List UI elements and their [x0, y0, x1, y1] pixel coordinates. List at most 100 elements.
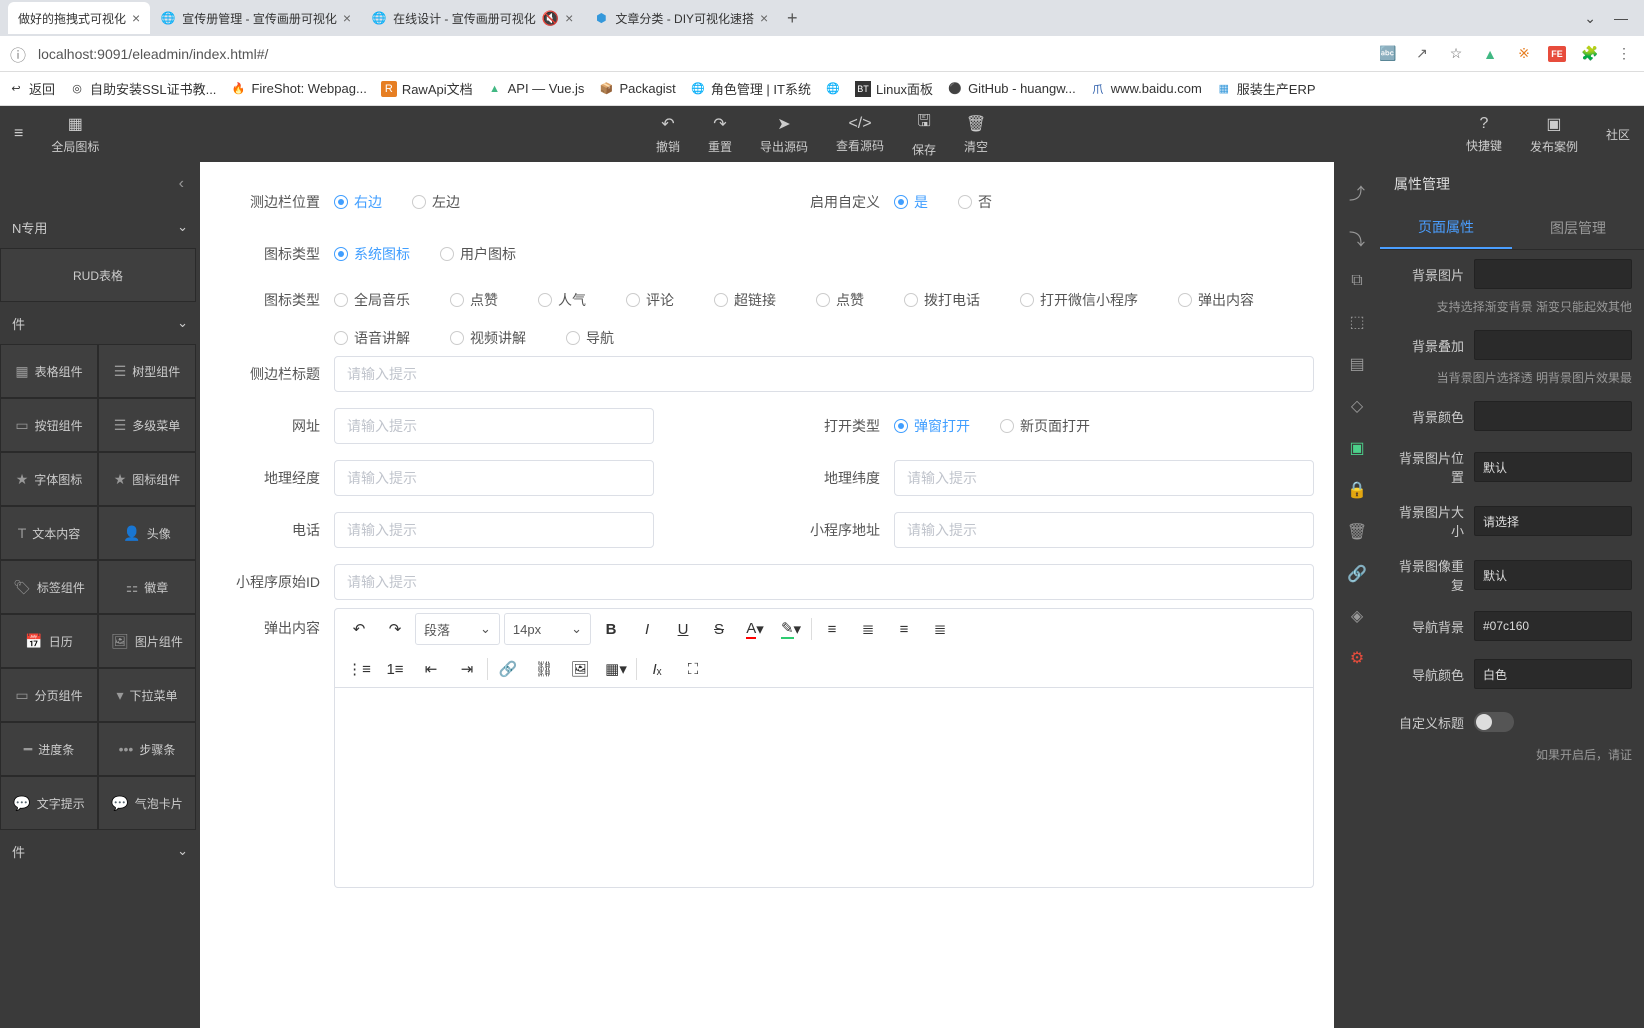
italic-button[interactable]: I — [631, 613, 663, 645]
outdent-button[interactable]: ⇤ — [415, 653, 447, 685]
radio-no[interactable]: 否 — [958, 192, 992, 212]
translate-icon[interactable]: 🔤 — [1378, 44, 1398, 64]
tab-layer-mgmt[interactable]: 图层管理 — [1512, 206, 1644, 249]
editor-undo-button[interactable]: ↶ — [343, 613, 375, 645]
close-icon[interactable]: × — [343, 10, 351, 26]
link-button[interactable]: 🔗 — [492, 653, 524, 685]
menu-toggle-button[interactable]: ≡ — [0, 106, 37, 162]
minimize-icon[interactable]: — — [1614, 10, 1628, 27]
category-header[interactable]: 件⌄ — [0, 302, 200, 344]
align-justify-button[interactable]: ≣ — [924, 613, 956, 645]
radio-option[interactable]: 语音讲解 — [334, 328, 410, 348]
bookmark-item[interactable]: ◎自助安装SSL证书教... — [69, 79, 216, 98]
move-bottom-icon[interactable]: ⤵ — [1349, 226, 1365, 250]
component-item[interactable]: ▾下拉菜单 — [98, 668, 196, 722]
component-item[interactable]: ☰多级菜单 — [98, 398, 196, 452]
radio-left[interactable]: 左边 — [412, 192, 460, 212]
list-ol-button[interactable]: 1≡ — [379, 653, 411, 685]
chevron-down-icon[interactable]: ⌄ — [1584, 10, 1596, 27]
radio-option[interactable]: 人气 — [538, 290, 586, 310]
component-item[interactable]: ⚏徽章 — [98, 560, 196, 614]
component-item[interactable]: ☰树型组件 — [98, 344, 196, 398]
longitude-input[interactable] — [334, 460, 654, 496]
strike-button[interactable]: S — [703, 613, 735, 645]
new-tab-button[interactable]: + — [778, 4, 806, 32]
sidebar-title-input[interactable] — [334, 356, 1314, 392]
trash-icon[interactable]: 🗑 — [1347, 522, 1367, 542]
property-input[interactable] — [1474, 401, 1632, 431]
collapse-button[interactable]: ‹ — [0, 162, 200, 206]
phone-input[interactable] — [334, 512, 654, 548]
component-item[interactable]: ▦表格组件 — [0, 344, 98, 398]
radio-user-icon[interactable]: 用户图标 — [440, 244, 516, 264]
component-item[interactable]: RUD表格 — [0, 248, 196, 302]
browser-tab[interactable]: 🌐 宣传册管理 - 宣传画册可视化 × — [150, 2, 361, 34]
browser-tab[interactable]: 🌐 在线设计 - 宣传画册可视化 🔇 × — [361, 2, 583, 34]
star-icon[interactable]: ☆ — [1446, 44, 1466, 64]
plugin-icon[interactable]: ⬚ — [1349, 312, 1364, 332]
global-icon-button[interactable]: ▦全局图标 — [37, 106, 113, 162]
align-center-button[interactable]: ≣ — [852, 613, 884, 645]
url-text[interactable]: localhost:9091/eleadmin/index.html#/ — [34, 42, 272, 66]
radio-option[interactable]: 评论 — [626, 290, 674, 310]
copy-icon[interactable]: ⧉ — [1351, 272, 1362, 290]
component-item[interactable]: T文本内容 — [0, 506, 98, 560]
lock-icon[interactable]: 🔒 — [1347, 480, 1367, 500]
component-item[interactable]: ★图标组件 — [98, 452, 196, 506]
component-item[interactable]: ▭分页组件 — [0, 668, 98, 722]
radio-option[interactable]: 点赞 — [816, 290, 864, 310]
radio-option[interactable]: 拨打电话 — [904, 290, 980, 310]
browser-tab[interactable]: 做好的拖拽式可视化 × — [8, 2, 150, 34]
component-item[interactable]: •••步骤条 — [98, 722, 196, 776]
radio-option[interactable]: 弹出内容 — [1178, 290, 1254, 310]
bold-button[interactable]: B — [595, 613, 627, 645]
community-button[interactable]: 社区 — [1592, 106, 1644, 162]
radio-newpage-open[interactable]: 新页面打开 — [1000, 416, 1090, 436]
radio-right[interactable]: 右边 — [334, 192, 382, 212]
bookmark-item[interactable]: 📦Packagist — [598, 81, 675, 97]
puzzle-icon[interactable]: 🧩 — [1580, 44, 1600, 64]
property-input[interactable] — [1474, 506, 1632, 536]
bookmark-item[interactable]: ⚫GitHub - huangw... — [947, 81, 1076, 97]
radio-option[interactable]: 点赞 — [450, 290, 498, 310]
bookmark-item[interactable]: RRawApi文档 — [381, 79, 473, 98]
fe-helper-icon[interactable]: FE — [1548, 46, 1566, 62]
layers-icon[interactable]: ◈ — [1351, 606, 1363, 626]
bookmark-item[interactable]: ↩返回 — [8, 79, 55, 98]
save-button[interactable]: 🖫保存 — [898, 106, 950, 162]
radio-option[interactable]: 超链接 — [714, 290, 776, 310]
bookmark-item[interactable]: ▦服装生产ERP — [1216, 79, 1316, 98]
radio-option[interactable]: 导航 — [566, 328, 614, 348]
undo-button[interactable]: ↶撤销 — [642, 106, 694, 162]
url-input[interactable] — [334, 408, 654, 444]
close-icon[interactable]: × — [760, 10, 768, 26]
component-item[interactable]: 🏷标签组件 — [0, 560, 98, 614]
browser-tab[interactable]: ⬢ 文章分类 - DIY可视化速搭 × — [583, 2, 778, 34]
diamond-icon[interactable]: ◇ — [1351, 396, 1363, 416]
component-item[interactable]: ★字体图标 — [0, 452, 98, 506]
close-icon[interactable]: × — [565, 10, 573, 26]
tab-page-props[interactable]: 页面属性 — [1380, 206, 1512, 249]
category-header[interactable]: 件⌄ — [0, 830, 200, 872]
component-item[interactable]: 🖼图片组件 — [98, 614, 196, 668]
fontsize-select[interactable]: 14px⌄ — [504, 613, 591, 645]
radio-option[interactable]: 视频讲解 — [450, 328, 526, 348]
radio-yes[interactable]: 是 — [894, 192, 928, 212]
component-item[interactable]: 👤头像 — [98, 506, 196, 560]
format-select[interactable]: 段落⌄ — [415, 613, 500, 645]
info-icon[interactable]: ⓘ — [10, 42, 26, 66]
table-button[interactable]: ▦▾ — [600, 653, 632, 685]
list-ul-button[interactable]: ⋮≡ — [343, 653, 375, 685]
share-icon[interactable]: ↗ — [1412, 44, 1432, 64]
property-input[interactable] — [1474, 659, 1632, 689]
highlight-button[interactable]: ✎▾ — [775, 613, 807, 645]
export-source-button[interactable]: ➤导出源码 — [746, 106, 822, 162]
bug-icon[interactable]: ※ — [1514, 44, 1534, 64]
gear-icon[interactable]: ⚙ — [1350, 648, 1364, 668]
bookmark-item[interactable]: 爪www.baidu.com — [1090, 81, 1202, 97]
clear-button[interactable]: 🗑清空 — [950, 106, 1002, 162]
clear-format-button[interactable]: Iₓ — [641, 653, 673, 685]
editor-redo-button[interactable]: ↷ — [379, 613, 411, 645]
radio-system-icon[interactable]: 系统图标 — [334, 244, 410, 264]
image-button[interactable]: 🖼 — [564, 653, 596, 685]
